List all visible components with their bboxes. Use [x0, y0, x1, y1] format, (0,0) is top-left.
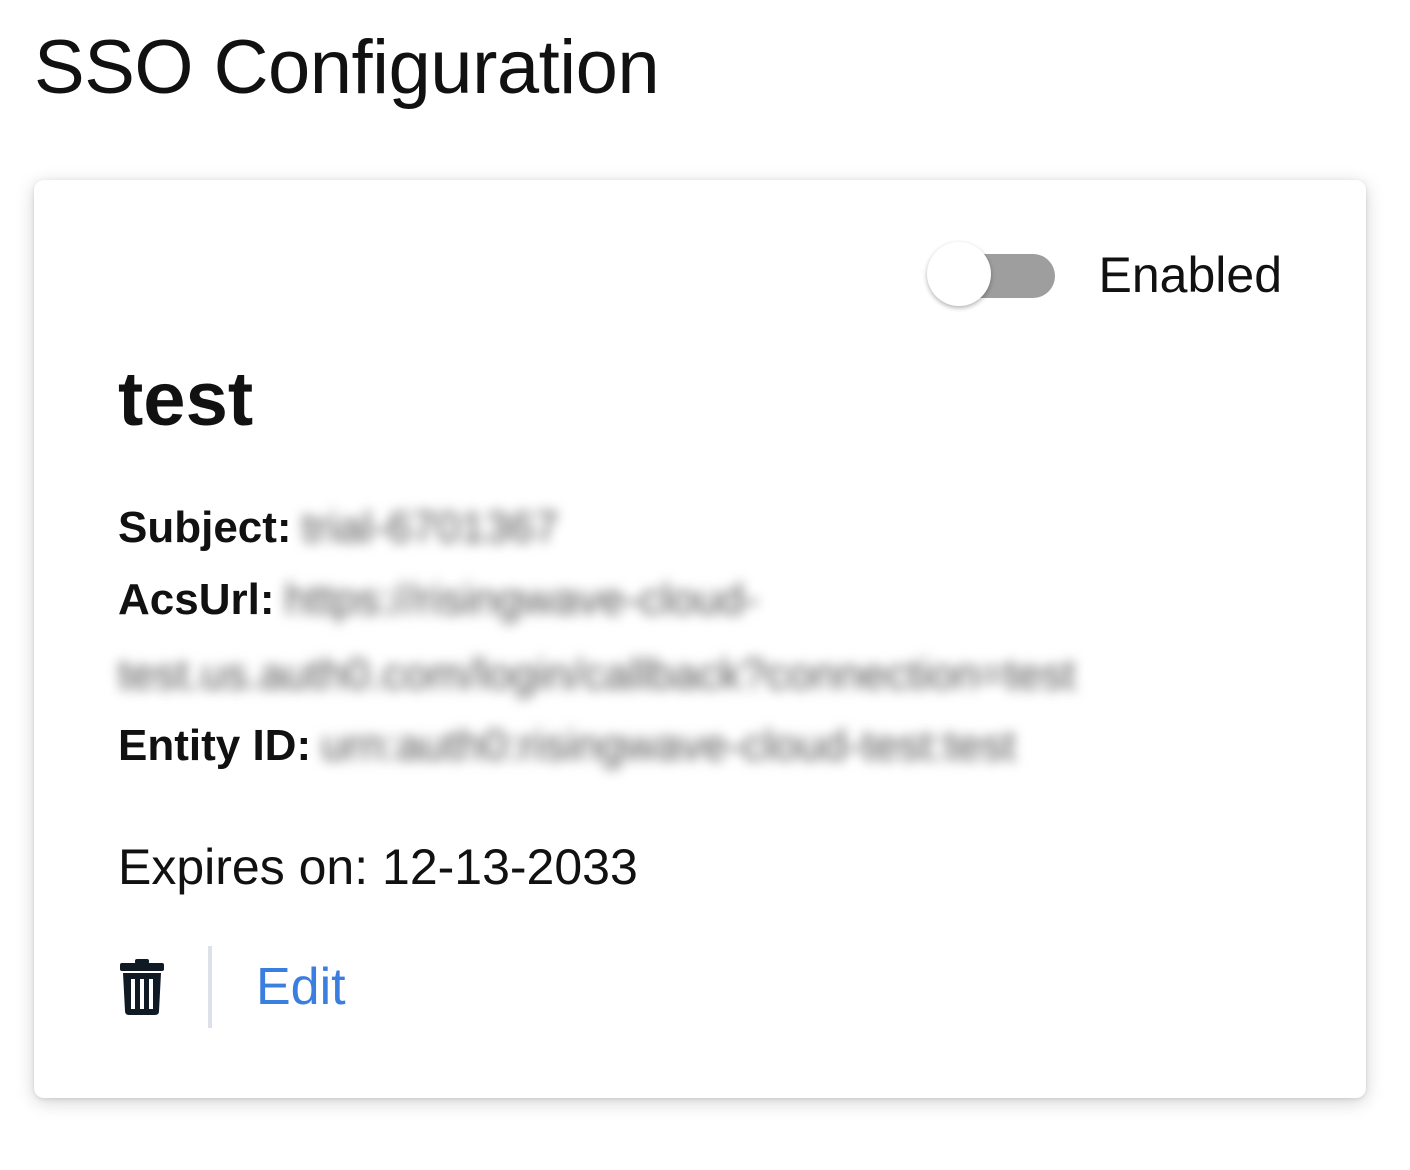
- toggle-label: Enabled: [1098, 247, 1283, 303]
- subject-field: Subject: trial-6701367: [118, 506, 558, 550]
- acs-url-value-line2: test.us.auth0.com/login/callback?connect…: [118, 650, 1076, 699]
- acs-url-label: AcsUrl:: [118, 575, 275, 624]
- actions-divider: [208, 946, 212, 1028]
- card-actions: Edit: [118, 946, 346, 1028]
- subject-value: trial-6701367: [301, 503, 559, 552]
- expires-date: Expires on: 12-13-2033: [118, 839, 638, 895]
- entity-id-field: Entity ID: urn:auth0:risingwave-cloud-tes…: [118, 724, 1016, 768]
- sso-config-card: Enabled test Subject: trial-6701367 AcsUr…: [34, 180, 1366, 1098]
- enabled-toggle-row: Enabled: [926, 242, 1283, 308]
- trash-icon[interactable]: [118, 959, 166, 1015]
- page-title: SSO Configuration: [34, 25, 660, 110]
- enabled-toggle[interactable]: [926, 242, 1057, 308]
- entity-id-label: Entity ID:: [118, 721, 312, 770]
- edit-link[interactable]: Edit: [256, 957, 346, 1017]
- acs-url-value-line1: https://risingwave-cloud-: [284, 575, 759, 624]
- subject-label: Subject:: [118, 503, 292, 552]
- entity-id-value: urn:auth0:risingwave-cloud-test:test: [321, 721, 1016, 770]
- acs-url-field: AcsUrl: https://risingwave-cloud-: [118, 578, 759, 622]
- toggle-thumb: [926, 242, 991, 306]
- config-name: test: [118, 357, 254, 442]
